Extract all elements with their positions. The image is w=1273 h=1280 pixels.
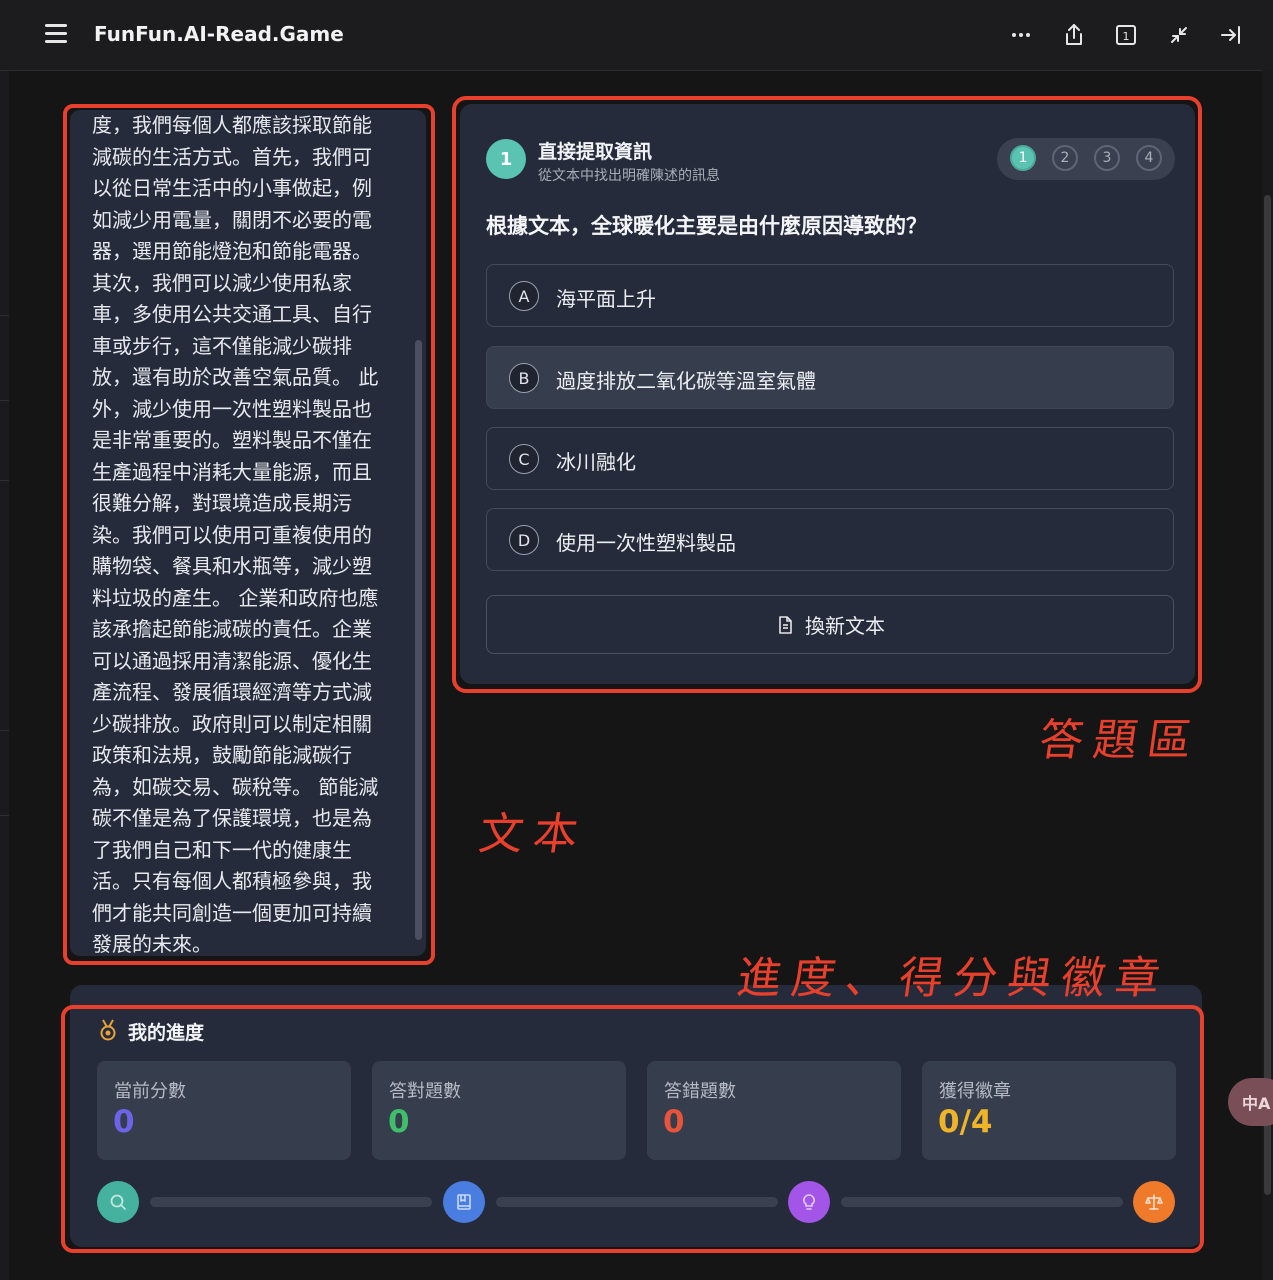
translate-button[interactable]: 中A bbox=[1228, 1078, 1273, 1126]
app-title: FunFun.AI-Read.Game bbox=[94, 22, 344, 46]
left-edge-strip bbox=[0, 70, 9, 1280]
top-bar: FunFun.AI-Read.Game 1 bbox=[0, 0, 1273, 71]
collapse-icon[interactable] bbox=[1166, 22, 1192, 48]
annotation-box-quiz bbox=[452, 96, 1202, 693]
annotation-label-quiz: 答題區 bbox=[1035, 715, 1205, 766]
annotation-box-text bbox=[63, 104, 435, 965]
more-icon[interactable] bbox=[1008, 22, 1034, 48]
annotation-label-progress: 進度、得分與徽章 bbox=[733, 953, 1173, 1004]
sidebar-toggle-icon[interactable] bbox=[1218, 22, 1244, 48]
tab-count-icon[interactable]: 1 bbox=[1113, 22, 1139, 48]
translate-icon: 中A bbox=[1242, 1094, 1271, 1113]
tab-count: 1 bbox=[1123, 30, 1130, 43]
annotation-box-progress bbox=[61, 1005, 1204, 1253]
annotation-label-text: 文本 bbox=[475, 809, 591, 860]
page-scrollbar-thumb[interactable] bbox=[1264, 195, 1271, 1195]
share-icon[interactable] bbox=[1061, 22, 1087, 48]
hamburger-menu-icon[interactable] bbox=[44, 22, 70, 46]
